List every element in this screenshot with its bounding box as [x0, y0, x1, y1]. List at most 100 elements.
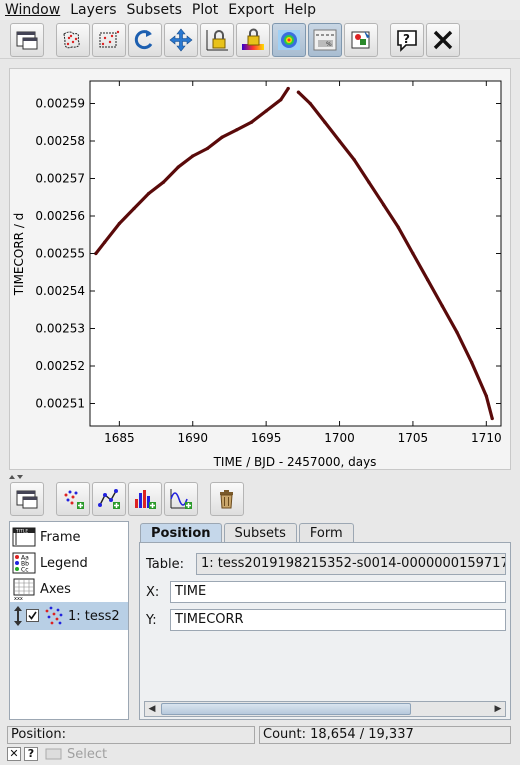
navigate-icon[interactable] — [164, 22, 198, 57]
data-point — [286, 86, 290, 91]
frame-icon: TITLE — [12, 527, 36, 547]
data-point — [279, 98, 283, 102]
x-axis-label: TIME / BJD - 2457000, days — [213, 455, 377, 469]
data-point — [264, 109, 268, 113]
plot-panel[interactable]: 1685 1690 1695 1700 1705 1710 0.00251 0.00252 0.… — [9, 68, 511, 470]
drag-handle-icon[interactable] — [12, 605, 24, 627]
layer-legend[interactable]: Aa Bb Cc Legend — [10, 550, 128, 576]
help-icon[interactable]: ? — [24, 747, 38, 761]
menu-plot[interactable]: Plot — [187, 0, 223, 20]
y-tick-label: 0.00256 — [35, 209, 85, 223]
menu-subsets[interactable]: Subsets — [122, 0, 187, 20]
close-icon[interactable] — [426, 22, 460, 57]
add-histogram-layer-icon[interactable] — [128, 482, 162, 516]
data-point — [205, 146, 210, 151]
data-point — [132, 206, 136, 211]
scroll-thumb[interactable] — [161, 703, 411, 715]
layer-legend-label: Legend — [40, 555, 88, 571]
table-row: Table: 1: tess2019198215352-s0014-000000… — [146, 553, 506, 575]
menu-export[interactable]: Export — [223, 0, 279, 20]
window-icon[interactable] — [10, 482, 44, 516]
add-function-layer-icon[interactable] — [164, 482, 198, 516]
data-point — [103, 240, 107, 244]
data-point — [337, 139, 342, 143]
x-row: X: TIME — [146, 581, 506, 603]
data-point — [367, 180, 371, 184]
menu-layers[interactable]: Layers — [65, 0, 121, 20]
add-scatter-layer-icon[interactable] — [56, 482, 90, 516]
tab-form[interactable]: Form — [298, 523, 354, 543]
bottom-bar: ✕ ? Select — [7, 746, 107, 762]
x-tick-label: 1700 — [324, 431, 355, 445]
data-point — [396, 225, 400, 229]
svg-text:Cc: Cc — [21, 567, 29, 574]
y-tick-label: 0.00257 — [35, 172, 85, 186]
y-tick-label: 0.00258 — [35, 134, 85, 148]
y-tick-label: 0.00251 — [35, 397, 85, 411]
axis-lock-icon[interactable] — [200, 22, 234, 57]
x-tick-label: 1685 — [104, 431, 135, 445]
svg-text:xxx: xxx — [14, 596, 23, 600]
x-label: X: — [146, 584, 160, 600]
data-point — [323, 120, 327, 124]
table-label: Table: — [146, 556, 184, 572]
plot-svg[interactable]: 1685 1690 1695 1700 1705 1710 0.00251 0.00252 0.… — [10, 69, 512, 471]
axes-icon: xxx — [13, 578, 35, 600]
tab-position[interactable]: Position — [140, 523, 222, 543]
aux-lock-icon[interactable] — [236, 22, 270, 57]
layer-table-label: 1: tess2 — [68, 608, 120, 624]
data-point — [308, 101, 312, 106]
position-status: Position: — [7, 726, 255, 744]
y-tick-label: 0.00254 — [35, 284, 85, 298]
menu-window[interactable]: Window — [0, 0, 65, 20]
y-row: Y: TIMECORR — [146, 609, 506, 631]
data-point — [411, 251, 415, 256]
layer-axes[interactable]: xxx Axes — [10, 576, 128, 602]
select-label[interactable]: Select — [67, 747, 107, 762]
data-point — [161, 180, 165, 184]
splitter[interactable] — [0, 470, 520, 479]
svg-text:TITLE: TITLE — [15, 529, 28, 535]
layer-frame[interactable]: TITLE Frame — [10, 524, 128, 550]
layer-table[interactable]: 1: tess2 — [10, 602, 128, 630]
table-selector[interactable]: 1: tess2019198215352-s0014-0000000159717 — [196, 553, 506, 575]
tab-subsets[interactable]: Subsets — [223, 523, 297, 543]
plot-frame — [89, 80, 502, 427]
y-axis-label: TIMECORR / d — [12, 213, 26, 297]
x-field[interactable]: TIME — [170, 581, 506, 603]
layer-frame-label: Frame — [40, 529, 81, 545]
data-point — [235, 128, 239, 132]
data-point — [296, 90, 301, 94]
sketch-icon[interactable]: % — [308, 22, 342, 57]
subset-draw-icon[interactable] — [56, 22, 90, 57]
y-field[interactable]: TIMECORR — [170, 609, 506, 631]
position-panel: Table: 1: tess2019198215352-s0014-000000… — [139, 542, 511, 720]
y-tick-label: 0.00255 — [35, 247, 85, 261]
data-point — [176, 165, 180, 169]
data-point — [470, 360, 474, 364]
layer-visible-checkbox[interactable] — [26, 609, 40, 623]
scroll-left-icon[interactable]: ◀ — [145, 702, 159, 716]
menu-bar: Window Layers Subsets Plot Export Help — [0, 0, 520, 20]
help-icon[interactable]: ? — [390, 22, 424, 57]
horizontal-scrollbar[interactable]: ◀ ▶ — [144, 701, 506, 717]
close-icon[interactable]: ✕ — [7, 747, 21, 761]
data-point — [440, 304, 444, 308]
svg-text:%: % — [326, 41, 332, 48]
add-line-layer-icon[interactable] — [92, 482, 126, 516]
data-point — [147, 191, 151, 196]
x-tick-label: 1695 — [251, 431, 282, 445]
data-point — [455, 330, 459, 334]
y-label: Y: — [146, 612, 157, 628]
legend-icon: AaBbCc — [12, 552, 36, 574]
scroll-right-icon[interactable]: ▶ — [491, 702, 505, 716]
delete-icon[interactable] — [210, 482, 244, 516]
density-icon[interactable] — [272, 22, 306, 57]
replot-icon[interactable] — [128, 22, 162, 57]
legend-icon[interactable] — [344, 22, 378, 57]
layer-list: TITLE Frame Aa Bb Cc Legend xxx Axes 1: te… — [9, 521, 129, 720]
scatter-layer-icon — [45, 606, 63, 625]
subset-shape-icon[interactable] — [92, 22, 126, 57]
window-icon[interactable] — [10, 22, 44, 57]
menu-help[interactable]: Help — [279, 0, 321, 20]
